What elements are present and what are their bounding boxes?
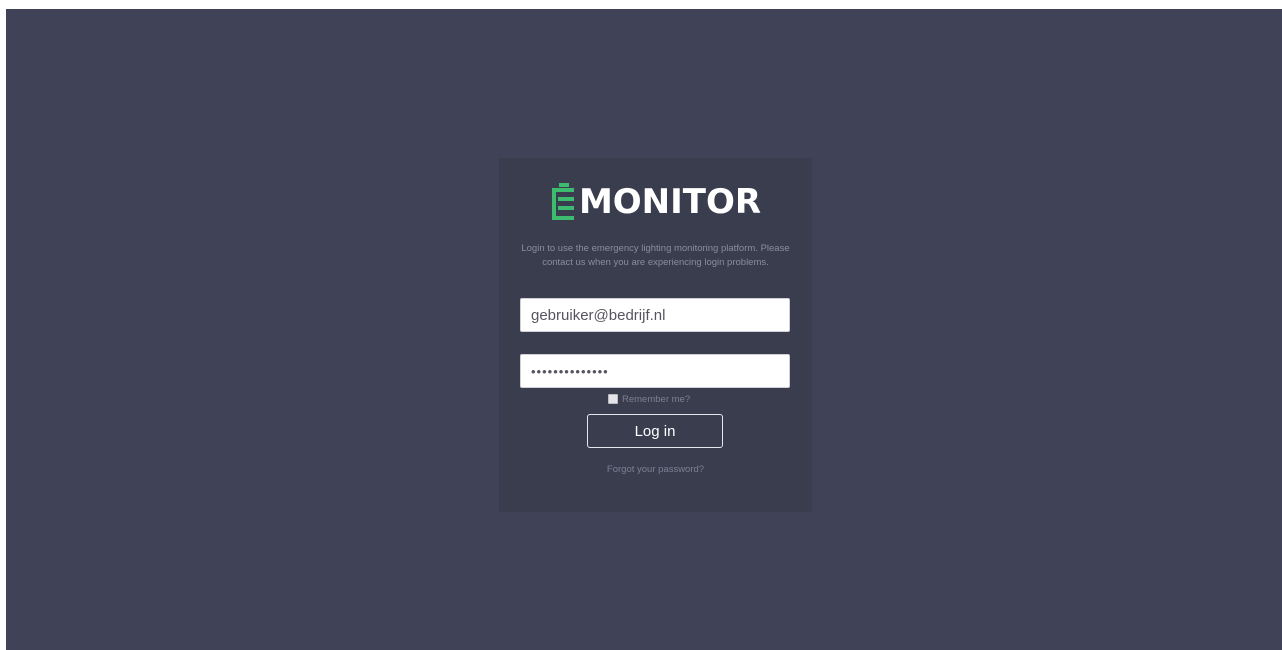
battery-emergency-icon <box>551 183 574 220</box>
login-intro-text: Login to use the emergency lighting moni… <box>521 243 790 268</box>
forgot-password-link[interactable]: Forgot your password? <box>499 464 812 475</box>
login-button[interactable]: Log in <box>587 414 723 448</box>
logo: MONITOR <box>499 180 812 224</box>
brand-name: MONITOR <box>578 182 762 222</box>
remember-me[interactable]: Remember me? <box>608 392 690 406</box>
email-field[interactable] <box>520 298 790 332</box>
login-card: MONITOR Login to use the emergency light… <box>499 158 812 512</box>
remember-me-label: Remember me? <box>622 393 691 405</box>
page-background: MONITOR Login to use the emergency light… <box>6 9 1282 650</box>
remember-me-checkbox[interactable] <box>608 394 618 404</box>
password-field[interactable] <box>520 354 790 388</box>
